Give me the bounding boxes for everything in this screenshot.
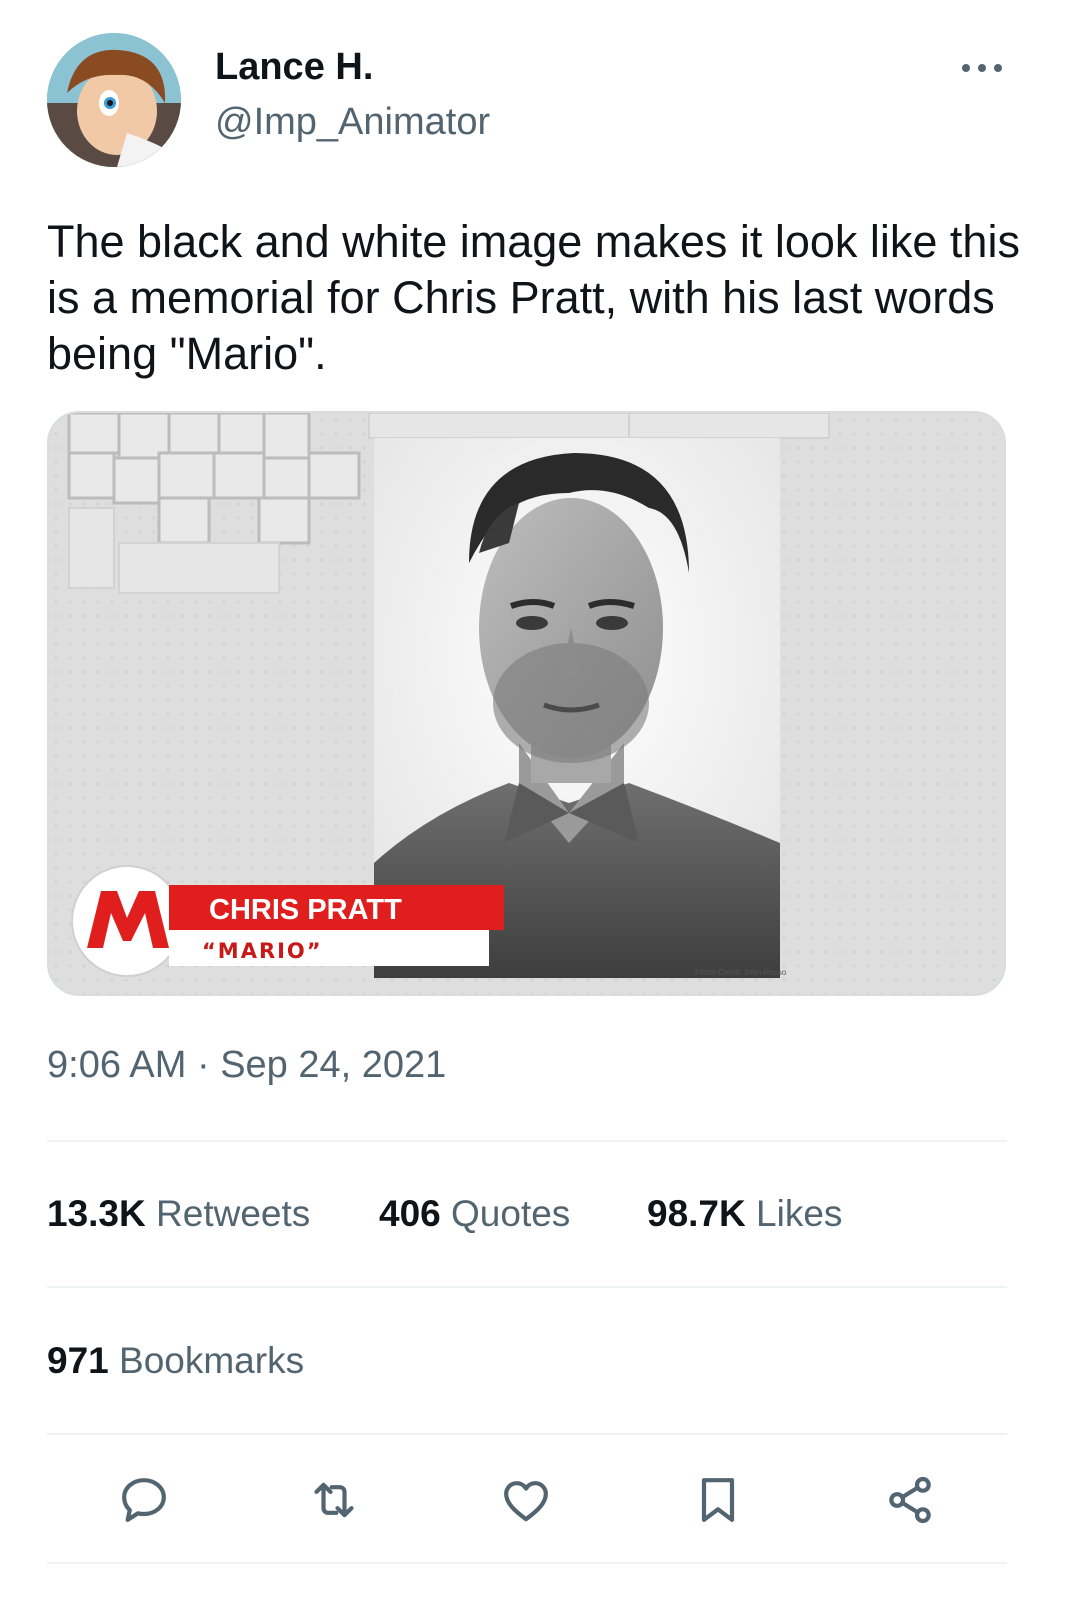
- more-options-icon[interactable]: [958, 52, 1006, 82]
- author-name[interactable]: Lance H.: [215, 46, 373, 89]
- tweet-text: The black and white image makes it look …: [47, 216, 1020, 379]
- quotes-label: Quotes: [451, 1193, 571, 1234]
- retweets-label: Retweets: [156, 1193, 311, 1234]
- quotes-stat[interactable]: 406 Quotes: [379, 1193, 570, 1235]
- bookmarks-label: Bookmarks: [119, 1340, 305, 1381]
- reply-icon: [122, 1478, 166, 1522]
- banner-role: “MARIO”: [202, 939, 323, 963]
- reply-button[interactable]: [116, 1472, 172, 1528]
- likes-label: Likes: [756, 1193, 843, 1234]
- author-handle[interactable]: @Imp_Animator: [215, 101, 490, 144]
- bookmarks-stat[interactable]: 971 Bookmarks: [47, 1340, 304, 1382]
- retweets-stat[interactable]: 13.3K Retweets: [47, 1193, 310, 1235]
- bookmark-button[interactable]: [690, 1472, 746, 1528]
- divider: [47, 1286, 1007, 1288]
- likes-stat[interactable]: 98.7K Likes: [647, 1193, 842, 1235]
- cartoon-character-avatar: [47, 33, 181, 167]
- divider: [47, 1562, 1007, 1564]
- media-image: Photo Credit: John Russo CHRIS PRATT “MA…: [49, 413, 1004, 994]
- retweets-count: 13.3K: [47, 1193, 146, 1234]
- share-button[interactable]: [882, 1472, 938, 1528]
- retweet-icon: [314, 1482, 354, 1518]
- likes-count: 98.7K: [647, 1193, 746, 1234]
- like-icon: [504, 1481, 548, 1522]
- tweet-timestamp[interactable]: 9:06 AM · Sep 24, 2021: [47, 1044, 446, 1087]
- bookmarks-count: 971: [47, 1340, 109, 1381]
- bookmark-icon: [701, 1478, 735, 1522]
- quotes-count: 406: [379, 1193, 441, 1234]
- tweet-media[interactable]: Photo Credit: John Russo CHRIS PRATT “MA…: [47, 411, 1006, 996]
- divider: [47, 1433, 1007, 1435]
- retweet-button[interactable]: [306, 1472, 362, 1528]
- like-button[interactable]: [498, 1472, 554, 1528]
- share-icon: [889, 1476, 931, 1524]
- avatar[interactable]: [47, 33, 181, 167]
- banner-name: CHRIS PRATT: [209, 894, 402, 926]
- photo-credit: Photo Credit: John Russo: [695, 968, 787, 977]
- divider: [47, 1140, 1007, 1142]
